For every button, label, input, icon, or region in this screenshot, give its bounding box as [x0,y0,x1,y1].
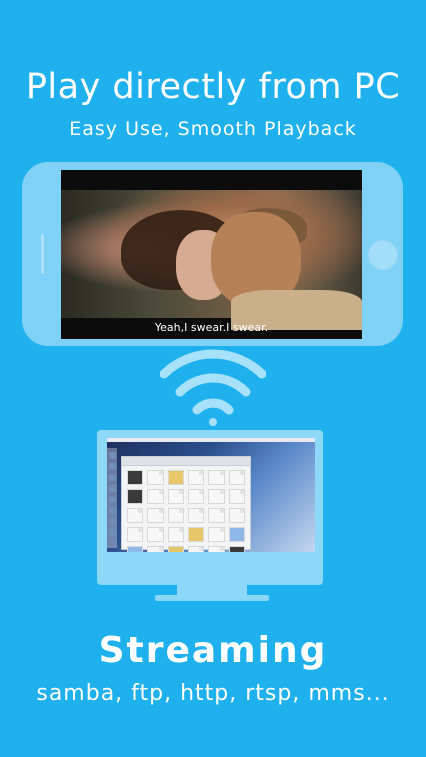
file-browser-window [121,456,251,552]
video-frame [61,190,362,330]
phone-home-button [368,240,398,270]
desktop-screen [107,438,315,552]
phone-speaker [41,234,44,274]
menu-bar [107,438,315,442]
video-screen: Yeah,I swear.I swear. [61,170,362,339]
dock [107,448,117,548]
headline: Play directly from PC [25,67,401,107]
file-grid [122,466,250,552]
wifi-icon [160,349,266,426]
monitor-base [155,595,269,601]
video-subtitle: Yeah,I swear.I swear. [154,321,269,334]
protocol-list: samba, ftp, http, rtsp, mms... [36,681,390,706]
feature-title: Streaming [98,630,328,671]
subheadline: Easy Use, Smooth Playback [69,118,357,140]
